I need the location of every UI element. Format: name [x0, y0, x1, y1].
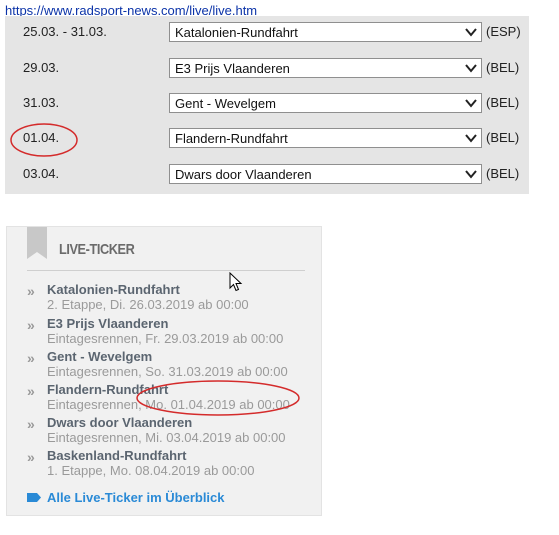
mouse-cursor-icon	[229, 272, 243, 292]
chevron-down-icon	[465, 28, 477, 37]
ticker-item[interactable]: » Katalonien-Rundfahrt 2. Etappe, Di. 26…	[27, 282, 317, 314]
race-select-value: Dwars door Vlaanderen	[175, 167, 312, 182]
schedule-row: 01.04. Flandern-Rundfahrt (BEL)	[5, 128, 529, 150]
ticker-item-title[interactable]: Flandern-Rundfahrt	[47, 382, 168, 397]
race-select[interactable]: E3 Prijs Vlaanderen	[169, 58, 482, 78]
schedule-date: 25.03. - 31.03.	[23, 24, 107, 39]
ticker-item-title[interactable]: Baskenland-Rundfahrt	[47, 448, 186, 463]
ticker-item-subtitle: Eintagesrennen, Mi. 03.04.2019 ab 00:00	[47, 430, 286, 445]
schedule-row: 29.03. E3 Prijs Vlaanderen (BEL)	[5, 58, 529, 80]
ticker-item[interactable]: » E3 Prijs Vlaanderen Eintagesrennen, Fr…	[27, 316, 317, 348]
schedule-row: 31.03. Gent - Wevelgem (BEL)	[5, 93, 529, 115]
ticker-item-subtitle: 1. Etappe, Mo. 08.04.2019 ab 00:00	[47, 463, 255, 478]
chevron-right-icon: »	[27, 449, 35, 465]
chevron-right-icon: »	[27, 416, 35, 432]
schedule-date: 31.03.	[23, 95, 60, 110]
race-select[interactable]: Flandern-Rundfahrt	[169, 128, 482, 148]
race-select[interactable]: Dwars door Vlaanderen	[169, 164, 482, 184]
ticker-item-subtitle: Eintagesrennen, So. 31.03.2019 ab 00:00	[47, 364, 288, 379]
divider	[27, 270, 305, 271]
live-ticker-widget: LIVE-TICKER » Katalonien-Rundfahrt 2. Et…	[6, 226, 322, 516]
schedule-date: 03.04.	[23, 166, 60, 181]
chevron-down-icon	[465, 64, 477, 73]
chevron-right-icon: »	[27, 283, 35, 299]
ticker-item-subtitle: Eintagesrennen, Fr. 29.03.2019 ab 00:00	[47, 331, 284, 346]
ticker-heading: LIVE-TICKER	[59, 241, 135, 258]
race-select-value: Gent - Wevelgem	[175, 96, 276, 111]
all-live-ticker-label: Alle Live-Ticker im Überblick	[47, 490, 225, 505]
schedule-country: (ESP)	[486, 24, 521, 39]
race-select[interactable]: Gent - Wevelgem	[169, 93, 482, 113]
race-select-value: E3 Prijs Vlaanderen	[175, 61, 290, 76]
schedule-country: (BEL)	[486, 60, 520, 75]
race-schedule-panel: 25.03. - 31.03. Katalonien-Rundfahrt (ES…	[5, 16, 529, 194]
chevron-right-icon: »	[27, 317, 35, 333]
ticker-item-title[interactable]: Gent - Wevelgem	[47, 349, 152, 364]
chevron-right-icon: »	[27, 383, 35, 399]
ticker-item-title[interactable]: E3 Prijs Vlaanderen	[47, 316, 168, 331]
schedule-country: (BEL)	[486, 130, 520, 145]
ticker-item-title[interactable]: Katalonien-Rundfahrt	[47, 282, 180, 297]
schedule-country: (BEL)	[486, 95, 520, 110]
chevron-right-icon: »	[27, 350, 35, 366]
chevron-down-icon	[465, 134, 477, 143]
schedule-row: 25.03. - 31.03. Katalonien-Rundfahrt (ES…	[5, 22, 529, 44]
ticker-item[interactable]: » Flandern-Rundfahrt Eintagesrennen, Mo.…	[27, 382, 317, 414]
schedule-row: 03.04. Dwars door Vlaanderen (BEL)	[5, 164, 529, 186]
race-select-value: Katalonien-Rundfahrt	[175, 25, 298, 40]
race-select-value: Flandern-Rundfahrt	[175, 131, 288, 146]
tag-icon	[27, 493, 41, 502]
chevron-down-icon	[465, 170, 477, 179]
chevron-down-icon	[465, 99, 477, 108]
ticker-item-subtitle: Eintagesrennen, Mo. 01.04.2019 ab 00:00	[47, 397, 290, 412]
ticker-item[interactable]: » Dwars door Vlaanderen Eintagesrennen, …	[27, 415, 317, 447]
schedule-date: 29.03.	[23, 60, 60, 75]
ticker-item-title[interactable]: Dwars door Vlaanderen	[47, 415, 192, 430]
ticker-item[interactable]: » Gent - Wevelgem Eintagesrennen, So. 31…	[27, 349, 317, 381]
schedule-date: 01.04.	[23, 130, 60, 145]
ticker-item[interactable]: » Baskenland-Rundfahrt 1. Etappe, Mo. 08…	[27, 448, 317, 480]
bookmark-icon	[27, 227, 47, 259]
schedule-country: (BEL)	[486, 166, 520, 181]
race-select[interactable]: Katalonien-Rundfahrt	[169, 22, 482, 42]
ticker-item-subtitle: 2. Etappe, Di. 26.03.2019 ab 00:00	[47, 297, 249, 312]
all-live-ticker-link[interactable]: Alle Live-Ticker im Überblick	[27, 489, 317, 507]
